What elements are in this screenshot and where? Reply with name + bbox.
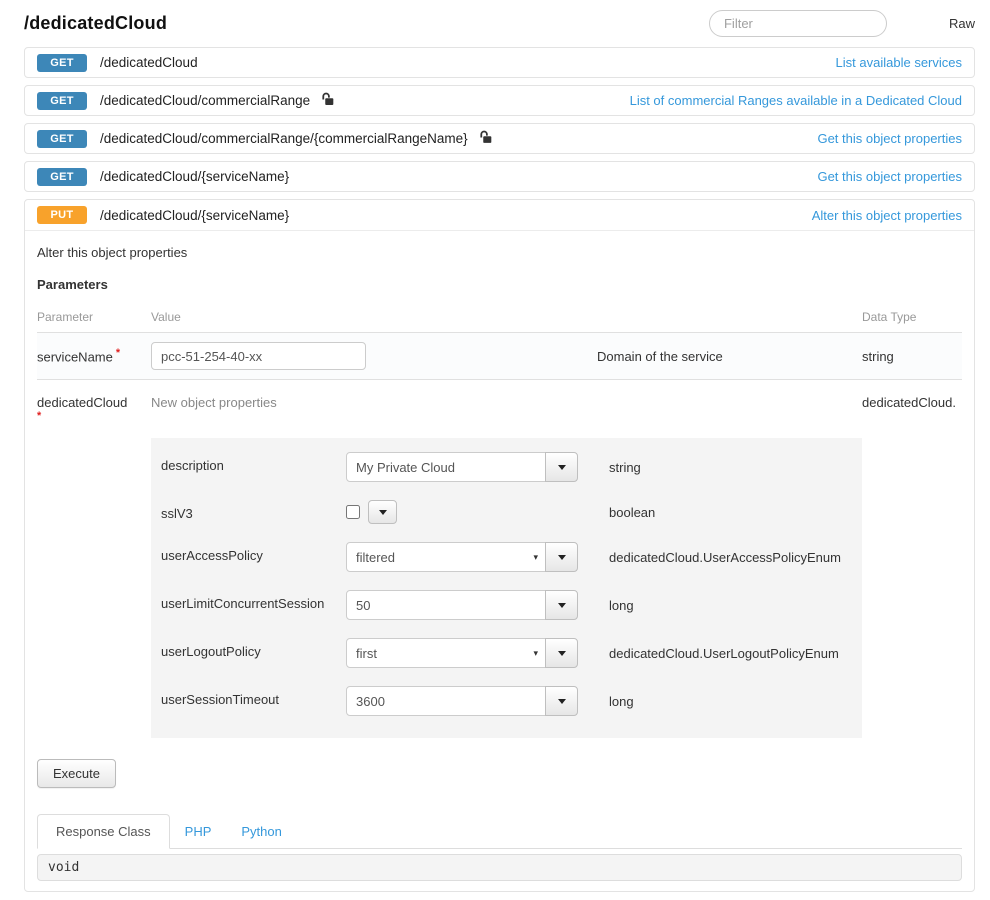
endpoint-description-link[interactable]: List of commercial Ranges available in a… bbox=[630, 93, 962, 108]
required-marker: * bbox=[116, 347, 120, 359]
endpoint-description-link[interactable]: Alter this object properties bbox=[812, 208, 962, 223]
userlimitconcurrentsession-input[interactable] bbox=[346, 590, 546, 620]
endpoint-row[interactable]: GET /dedicatedCloud/commercialRange List… bbox=[24, 85, 975, 116]
field-label: userSessionTimeout bbox=[161, 686, 346, 707]
field-userlimitconcurrentsession: userLimitConcurrentSession long bbox=[161, 590, 852, 620]
field-useraccesspolicy: userAccessPolicy filtered ▾ dedicatedClo… bbox=[161, 542, 852, 572]
operation-detail: Alter this object properties Parameters … bbox=[25, 231, 974, 891]
method-badge-get: GET bbox=[37, 92, 87, 110]
caret-down-icon: ▾ bbox=[533, 648, 538, 659]
field-label: sslV3 bbox=[161, 500, 346, 521]
param-name: serviceName* bbox=[37, 342, 151, 364]
unlock-icon bbox=[478, 130, 493, 148]
param-description: Domain of the service bbox=[581, 349, 862, 364]
field-label: userAccessPolicy bbox=[161, 542, 346, 563]
caret-down-icon bbox=[379, 510, 387, 515]
parameters-table-header: Parameter Value Data Type bbox=[37, 302, 962, 333]
endpoint-path: /dedicatedCloud bbox=[100, 55, 198, 70]
userlogoutpolicy-select[interactable]: first ▾ bbox=[346, 638, 546, 668]
method-badge-get: GET bbox=[37, 130, 87, 148]
usersessiontimeout-input[interactable] bbox=[346, 686, 546, 716]
useraccesspolicy-select[interactable]: filtered ▾ bbox=[346, 542, 546, 572]
endpoint-row[interactable]: GET /dedicatedCloud/commercialRange/{com… bbox=[24, 123, 975, 154]
field-label: userLogoutPolicy bbox=[161, 638, 346, 659]
field-data-type: dedicatedCloud.UserAccessPolicyEnum bbox=[596, 550, 852, 565]
field-userlogoutpolicy: userLogoutPolicy first ▾ dedicatedCloud.… bbox=[161, 638, 852, 668]
response-class-value: void bbox=[37, 854, 962, 881]
endpoint-description-link[interactable]: Get this object properties bbox=[817, 131, 962, 146]
tab-response-class[interactable]: Response Class bbox=[37, 814, 170, 849]
method-badge-get: GET bbox=[37, 168, 87, 186]
param-name: dedicatedCloud* bbox=[37, 390, 151, 422]
field-data-type: long bbox=[596, 694, 852, 709]
caret-down-icon bbox=[558, 603, 566, 608]
field-data-type: boolean bbox=[596, 505, 852, 520]
caret-down-icon: ▾ bbox=[533, 552, 538, 563]
field-label: userLimitConcurrentSession bbox=[161, 590, 346, 611]
col-data-type: Data Type bbox=[862, 310, 962, 324]
table-row-dedicatedcloud: dedicatedCloud* New object properties de… bbox=[37, 380, 962, 738]
param-data-type: dedicatedCloud. bbox=[862, 390, 962, 410]
required-marker: * bbox=[37, 410, 151, 422]
col-parameter: Parameter bbox=[37, 310, 151, 324]
response-tabs: Response Class PHP Python bbox=[37, 814, 962, 849]
param-data-type: string bbox=[862, 349, 962, 364]
endpoint-row[interactable]: PUT /dedicatedCloud/{serviceName} Alter … bbox=[25, 200, 974, 231]
table-row-servicename: serviceName* Domain of the service strin… bbox=[37, 333, 962, 380]
param-note: New object properties bbox=[151, 390, 581, 410]
execute-button[interactable]: Execute bbox=[37, 759, 116, 788]
endpoint-description-link[interactable]: Get this object properties bbox=[817, 169, 962, 184]
field-label: description bbox=[161, 452, 346, 473]
endpoint-description-link[interactable]: List available services bbox=[836, 55, 962, 70]
parameters-heading: Parameters bbox=[37, 277, 962, 292]
field-usersessiontimeout: userSessionTimeout long bbox=[161, 686, 852, 716]
usersessiontimeout-dropdown-button[interactable] bbox=[545, 686, 578, 716]
endpoint-path: /dedicatedCloud/{serviceName} bbox=[100, 208, 289, 223]
operation-title: Alter this object properties bbox=[37, 245, 962, 260]
api-console-page: /dedicatedCloud Raw GET /dedicatedCloud … bbox=[0, 0, 990, 900]
method-badge-put: PUT bbox=[37, 206, 87, 224]
field-sslv3: sslV3 boolean bbox=[161, 500, 852, 524]
page-title: /dedicatedCloud bbox=[24, 13, 167, 34]
endpoint-path: /dedicatedCloud/{serviceName} bbox=[100, 169, 289, 184]
description-dropdown-button[interactable] bbox=[545, 452, 578, 482]
tab-php[interactable]: PHP bbox=[170, 815, 227, 848]
tab-python[interactable]: Python bbox=[226, 815, 296, 848]
caret-down-icon bbox=[558, 555, 566, 560]
caret-down-icon bbox=[558, 465, 566, 470]
expanded-endpoint-panel: PUT /dedicatedCloud/{serviceName} Alter … bbox=[24, 199, 975, 892]
raw-link[interactable]: Raw bbox=[949, 16, 975, 31]
servicename-input[interactable] bbox=[151, 342, 366, 370]
sslv3-dropdown-button[interactable] bbox=[368, 500, 397, 524]
field-description: description string bbox=[161, 452, 852, 482]
endpoint-path: /dedicatedCloud/commercialRange/{commerc… bbox=[100, 131, 468, 146]
description-input[interactable] bbox=[346, 452, 546, 482]
endpoint-row[interactable]: GET /dedicatedCloud/{serviceName} Get th… bbox=[24, 161, 975, 192]
endpoint-path: /dedicatedCloud/commercialRange bbox=[100, 93, 310, 108]
filter-input[interactable] bbox=[709, 10, 887, 37]
userlogoutpolicy-dropdown-button[interactable] bbox=[545, 638, 578, 668]
col-value: Value bbox=[151, 310, 581, 324]
endpoint-row[interactable]: GET /dedicatedCloud List available servi… bbox=[24, 47, 975, 78]
sslv3-checkbox[interactable] bbox=[346, 505, 360, 519]
field-data-type: string bbox=[596, 460, 852, 475]
field-data-type: dedicatedCloud.UserLogoutPolicyEnum bbox=[596, 646, 852, 661]
useraccesspolicy-dropdown-button[interactable] bbox=[545, 542, 578, 572]
userlimitconcurrentsession-dropdown-button[interactable] bbox=[545, 590, 578, 620]
page-header: /dedicatedCloud Raw bbox=[24, 6, 975, 47]
caret-down-icon bbox=[558, 699, 566, 704]
object-properties-panel: description string sslV3 bbox=[151, 438, 862, 738]
unlock-icon bbox=[320, 92, 335, 110]
caret-down-icon bbox=[558, 651, 566, 656]
field-data-type: long bbox=[596, 598, 852, 613]
method-badge-get: GET bbox=[37, 54, 87, 72]
